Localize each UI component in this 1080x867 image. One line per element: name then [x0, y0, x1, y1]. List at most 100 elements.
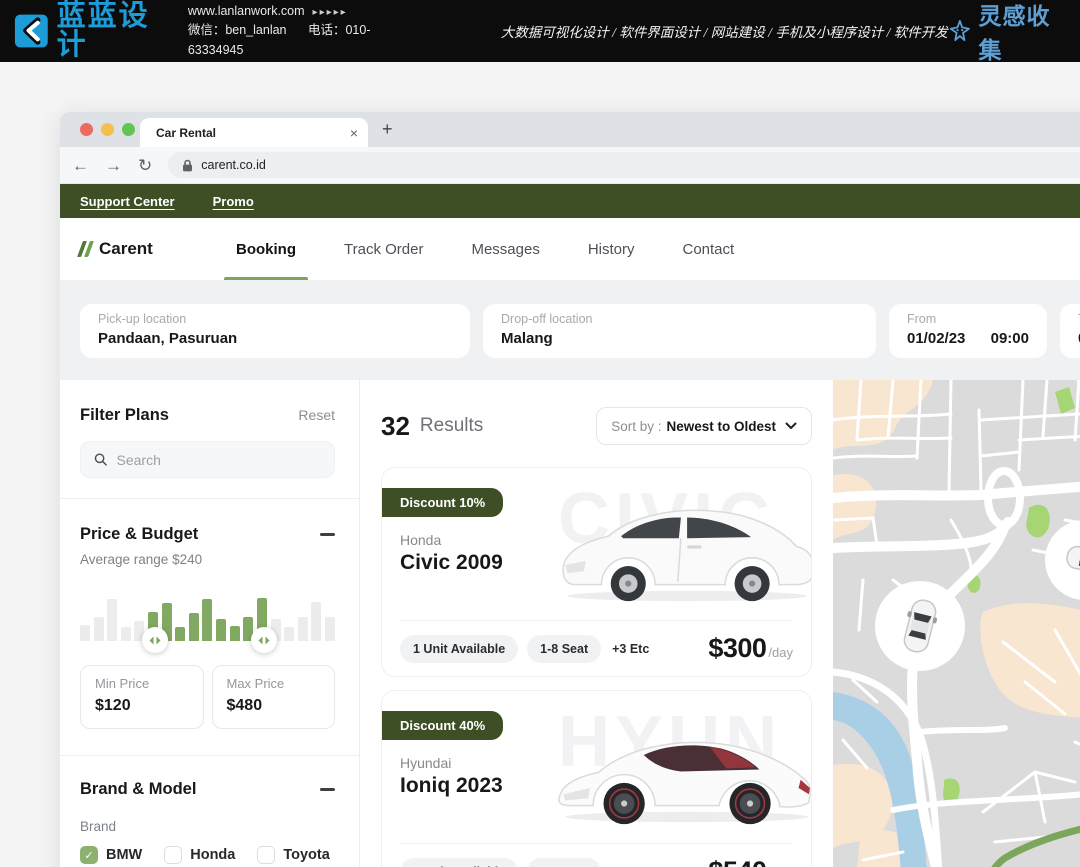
- brand-option-bmw[interactable]: ✓ BMW: [80, 846, 142, 864]
- divider: [60, 498, 359, 499]
- from-label: From: [907, 312, 1029, 326]
- max-price-field[interactable]: Max Price $480: [212, 665, 336, 729]
- support-center-link[interactable]: Support Center: [80, 194, 175, 209]
- max-price-slider-handle[interactable]: [251, 627, 277, 653]
- divider: [400, 620, 793, 621]
- nav-items: Booking Track Order Messages History Con…: [212, 218, 758, 280]
- nav-item-track-order[interactable]: Track Order: [320, 218, 447, 280]
- promo-link[interactable]: Promo: [213, 194, 254, 209]
- divider: [400, 843, 793, 844]
- dropoff-location-field[interactable]: Drop-off location Malang: [483, 304, 876, 358]
- min-price-value: $120: [95, 697, 189, 715]
- checkbox-icon[interactable]: [164, 846, 182, 864]
- histogram-bar: [189, 613, 199, 641]
- histogram-bar: [230, 626, 240, 641]
- car-brand: Honda: [400, 532, 441, 548]
- slider-arrows-icon: [258, 636, 270, 645]
- map[interactable]: [833, 380, 1080, 867]
- minimize-window-button[interactable]: [101, 123, 114, 136]
- map-panel[interactable]: [833, 380, 1080, 867]
- carent-logo-icon: [80, 241, 91, 257]
- filter-search-input[interactable]: [117, 452, 321, 468]
- browser-tabstrip: Car Rental × +: [60, 112, 1080, 147]
- brand-group-label: Brand: [80, 819, 335, 834]
- booking-search-strip: Pick-up location Pandaan, Pasuruan Drop-…: [60, 280, 1080, 380]
- seats-pill: 1-4 Seat: [527, 858, 601, 867]
- inspiration-collect: 灵感收集: [948, 0, 1066, 65]
- agency-services: 大数据可视化设计 / 软件界面设计 / 网站建设 / 手机及小程序设计 / 软件…: [501, 21, 948, 41]
- histogram-bar: [284, 627, 294, 642]
- from-datetime-field[interactable]: From 01/02/23 09:00: [889, 304, 1047, 358]
- etc-label[interactable]: +3 Etc: [612, 642, 649, 656]
- chevron-down-icon: [785, 422, 797, 430]
- histogram-bar: [311, 602, 321, 641]
- price-histogram: [80, 583, 335, 641]
- histogram-bar: [298, 617, 308, 641]
- sort-value: Newest to Oldest: [666, 419, 776, 434]
- site-topbar: Support Center Promo: [60, 184, 1080, 218]
- brand-option-honda[interactable]: Honda: [164, 846, 235, 864]
- min-price-label: Min Price: [95, 676, 189, 691]
- min-price-slider-handle[interactable]: [142, 627, 168, 653]
- lock-icon: [182, 159, 193, 172]
- brand-option-toyota[interactable]: Toyota: [257, 846, 329, 864]
- histogram-bar: [325, 617, 335, 641]
- new-tab-button[interactable]: +: [382, 119, 393, 140]
- url-bar[interactable]: carent.co.id: [168, 152, 1080, 178]
- forward-icon[interactable]: →: [105, 157, 122, 174]
- slider-arrows-icon: [149, 636, 161, 645]
- average-range-label: Average range $240: [80, 552, 335, 567]
- collapse-minus-icon[interactable]: [320, 788, 335, 791]
- car-card-ioniq[interactable]: HYUN Discount 40% Hyundai Ioniq 2023 1 U…: [381, 690, 812, 867]
- histogram-bars: [80, 583, 335, 641]
- dropoff-value: Malang: [501, 330, 858, 347]
- nav-item-booking[interactable]: Booking: [212, 218, 320, 280]
- window-controls[interactable]: [80, 123, 135, 136]
- browser-toolbar: ← → ↻ carent.co.id: [60, 147, 1080, 184]
- histogram-bar: [107, 599, 117, 641]
- maximize-window-button[interactable]: [122, 123, 135, 136]
- tab-close-icon[interactable]: ×: [350, 126, 358, 140]
- from-date: 01/02/23: [907, 330, 965, 347]
- car-model: Ioniq 2023: [400, 774, 503, 798]
- filter-sidebar: Filter Plans Reset Price & Budget Averag…: [60, 380, 360, 867]
- pickup-location-field[interactable]: Pick-up location Pandaan, Pasuruan: [80, 304, 470, 358]
- results-count-label: Results: [420, 415, 483, 437]
- filter-search-box[interactable]: [80, 441, 335, 478]
- min-price-field[interactable]: Min Price $120: [80, 665, 204, 729]
- to-datetime-field[interactable]: To 0: [1060, 304, 1080, 358]
- histogram-bar: [202, 599, 212, 641]
- brand-model-title: Brand & Model: [80, 780, 196, 799]
- search-icon: [94, 452, 108, 467]
- histogram-bar: [175, 627, 185, 641]
- histogram-bar: [94, 617, 104, 641]
- close-window-button[interactable]: [80, 123, 93, 136]
- sort-dropdown[interactable]: Sort by : Newest to Oldest: [596, 407, 812, 445]
- agency-logo: 蓝蓝设计: [14, 2, 170, 60]
- car-image-sportscar: [555, 711, 812, 831]
- url-text: carent.co.id: [201, 158, 266, 172]
- car-brand: Hyundai: [400, 755, 451, 771]
- nav-item-messages[interactable]: Messages: [447, 218, 563, 280]
- brand-checkbox-row: ✓ BMW Honda Toyota: [80, 846, 335, 864]
- results-count: 32: [381, 411, 410, 442]
- collapse-minus-icon[interactable]: [320, 533, 335, 536]
- car-card-civic[interactable]: CIVIC Discount 10% Honda Civic 2009: [381, 467, 812, 677]
- browser-tab[interactable]: Car Rental ×: [140, 118, 368, 147]
- tab-title: Car Rental: [156, 126, 350, 140]
- car-marker[interactable]: [875, 581, 965, 671]
- checkbox-checked-icon[interactable]: ✓: [80, 846, 98, 864]
- pickup-value: Pandaan, Pasuruan: [98, 330, 452, 347]
- back-icon[interactable]: ←: [72, 157, 89, 174]
- carent-logo[interactable]: Carent: [80, 239, 212, 259]
- discount-badge: Discount 10%: [382, 488, 503, 517]
- reset-filters-button[interactable]: Reset: [298, 407, 335, 423]
- checkbox-icon[interactable]: [257, 846, 275, 864]
- nav-item-history[interactable]: History: [564, 218, 659, 280]
- nav-item-contact[interactable]: Contact: [659, 218, 759, 280]
- max-price-label: Max Price: [227, 676, 321, 691]
- price-budget-title: Price & Budget: [80, 525, 198, 544]
- reload-icon[interactable]: ↻: [138, 157, 152, 174]
- discount-badge: Discount 40%: [382, 711, 503, 740]
- seats-pill: 1-8 Seat: [527, 635, 601, 663]
